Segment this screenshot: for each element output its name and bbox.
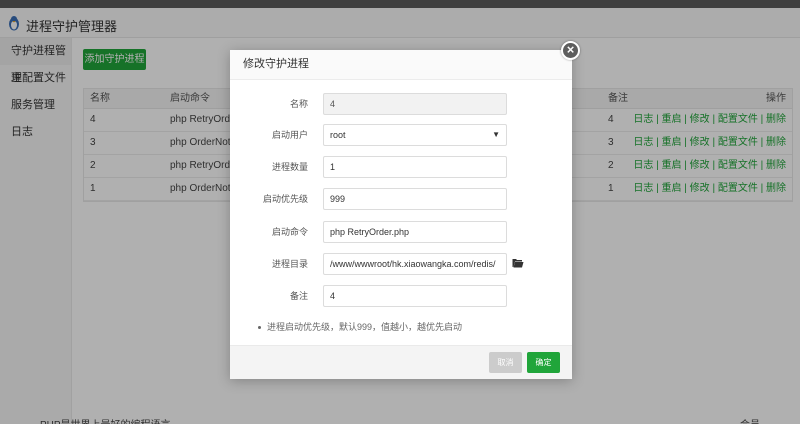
command-field[interactable]: php RetryOrder.php [323,221,507,243]
field-row-user: 启动用户 root ▼ [230,124,572,146]
field-row-dir: 进程目录 /www/wwwroot/hk.xiaowangka.com/redi… [230,253,572,275]
priority-tip: 进程启动优先级，默认999，值越小，越优先启动 [258,320,462,333]
priority-field[interactable]: 999 [323,188,507,210]
field-row-count: 进程数量 1 [230,156,572,178]
field-row-name: 名称 4 [230,93,572,115]
user-label: 启动用户 [271,130,308,140]
user-select[interactable]: root ▼ [323,124,507,146]
dialog-footer: 取消 确定 [230,345,572,379]
command-label: 启动命令 [271,227,308,237]
user-select-value: root [330,130,346,140]
dir-label: 进程目录 [271,259,308,269]
chevron-down-icon: ▼ [492,130,500,139]
field-row-priority: 启动优先级 999 [230,188,572,210]
dialog-title: 修改守护进程 [230,50,572,80]
folder-open-icon[interactable] [512,257,524,269]
edit-process-dialog: 修改守护进程 名称 4 启动用户 root ▼ 进程数量 1 启动优先级 999… [230,50,572,379]
remark-field[interactable]: 4 [323,285,507,307]
close-icon[interactable]: × [561,41,580,60]
field-row-remark: 备注 4 [230,285,572,307]
confirm-button[interactable]: 确定 [527,352,560,373]
bullet-icon [258,326,261,330]
cancel-button[interactable]: 取消 [489,352,522,373]
remark-label: 备注 [289,291,308,301]
name-label: 名称 [289,99,308,109]
priority-label: 启动优先级 [262,194,308,204]
name-field[interactable]: 4 [323,93,507,115]
priority-tip-text: 进程启动优先级，默认999，值越小，越优先启动 [267,322,463,332]
field-row-command: 启动命令 php RetryOrder.php [230,221,572,243]
count-label: 进程数量 [271,162,308,172]
count-field[interactable]: 1 [323,156,507,178]
dir-field[interactable]: /www/wwwroot/hk.xiaowangka.com/redis/ [323,253,507,275]
